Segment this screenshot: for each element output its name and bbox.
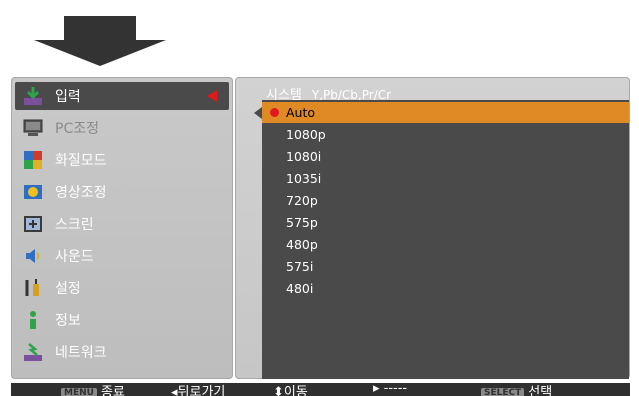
menu-item-sound[interactable]: 사운드 [15,242,229,270]
option-480p[interactable]: 480p [262,234,629,255]
footer-select-hint: SELECT 선택 [481,383,552,396]
pc-adjust-icon [23,118,43,138]
option-label: 480i [286,281,314,296]
menu-item-label: 입력 [55,89,81,105]
menu-item-label: 네트워크 [55,345,107,361]
option-720p[interactable]: 720p [262,190,629,211]
menu-item-label: 정보 [55,313,81,329]
footer-back-hint: ◂뒤로가기 [171,383,225,396]
option-1080i[interactable]: 1080i [262,146,629,167]
menu-item-information[interactable]: 정보 [15,306,229,334]
menu-item-pc-adjust[interactable]: PC조정 [15,114,229,142]
option-1035i[interactable]: 1035i [262,168,629,189]
main-menu-panel: 입력 PC조정 화질모드 영상조정 스크린 사운드 설정 정보 네트워크 [11,77,233,379]
menu-item-settings[interactable]: 설정 [15,274,229,302]
footer-exit-label: 종료 [100,385,125,396]
footer-move-hint: ⬍이동 [273,383,308,396]
sound-icon [23,246,43,266]
select-key-badge: SELECT [481,387,525,396]
option-1080p[interactable]: 1080p [262,124,629,145]
menu-item-input[interactable]: 입력 [15,82,229,110]
menu-item-label: 영상조정 [55,185,107,201]
option-label: 575p [286,215,318,230]
menu-item-label: 사운드 [55,249,94,265]
down-arrow-icon [34,16,166,66]
menu-item-label: 스크린 [55,217,94,233]
option-480i[interactable]: 480i [262,278,629,299]
image-mode-icon [23,150,43,170]
list-pointer-icon [254,107,262,119]
screen-icon [23,214,43,234]
option-label: 1035i [286,171,322,186]
footer-move-label: 이동 [283,385,308,396]
menu-key-badge: MENU [61,387,97,396]
image-adjust-icon [23,182,43,202]
footer-select-label: 선택 [528,385,553,396]
option-label: 1080i [286,149,322,164]
menu-item-image-adjust[interactable]: 영상조정 [15,178,229,206]
footer-next-hint: ▸ ----- [373,383,408,396]
option-label: 480p [286,237,318,252]
footer-exit-hint: MENU 종료 [61,383,125,396]
footer-hint-bar: MENU 종료 ◂뒤로가기 ⬍이동 ▸ ----- SELECT 선택 [11,383,630,396]
menu-item-label: 설정 [55,281,81,297]
option-auto[interactable]: Auto [262,102,629,123]
menu-item-label: 화질모드 [55,153,107,169]
option-575p[interactable]: 575p [262,212,629,233]
footer-back-label: 뒤로가기 [177,385,226,396]
option-label: 720p [286,193,318,208]
information-icon [23,310,43,330]
selected-dot-icon [270,108,279,117]
selected-indicator-icon [207,90,217,102]
menu-item-label: PC조정 [55,121,99,137]
option-label: Auto [286,105,316,120]
settings-icon [23,278,43,298]
menu-item-image-mode[interactable]: 화질모드 [15,146,229,174]
option-label: 1080p [286,127,326,142]
footer-next-label: ----- [383,383,408,396]
network-icon [23,342,43,362]
option-label: 575i [286,259,314,274]
option-575i[interactable]: 575i [262,256,629,277]
input-icon [23,86,43,106]
menu-item-network[interactable]: 네트워크 [15,338,229,366]
menu-item-screen[interactable]: 스크린 [15,210,229,238]
